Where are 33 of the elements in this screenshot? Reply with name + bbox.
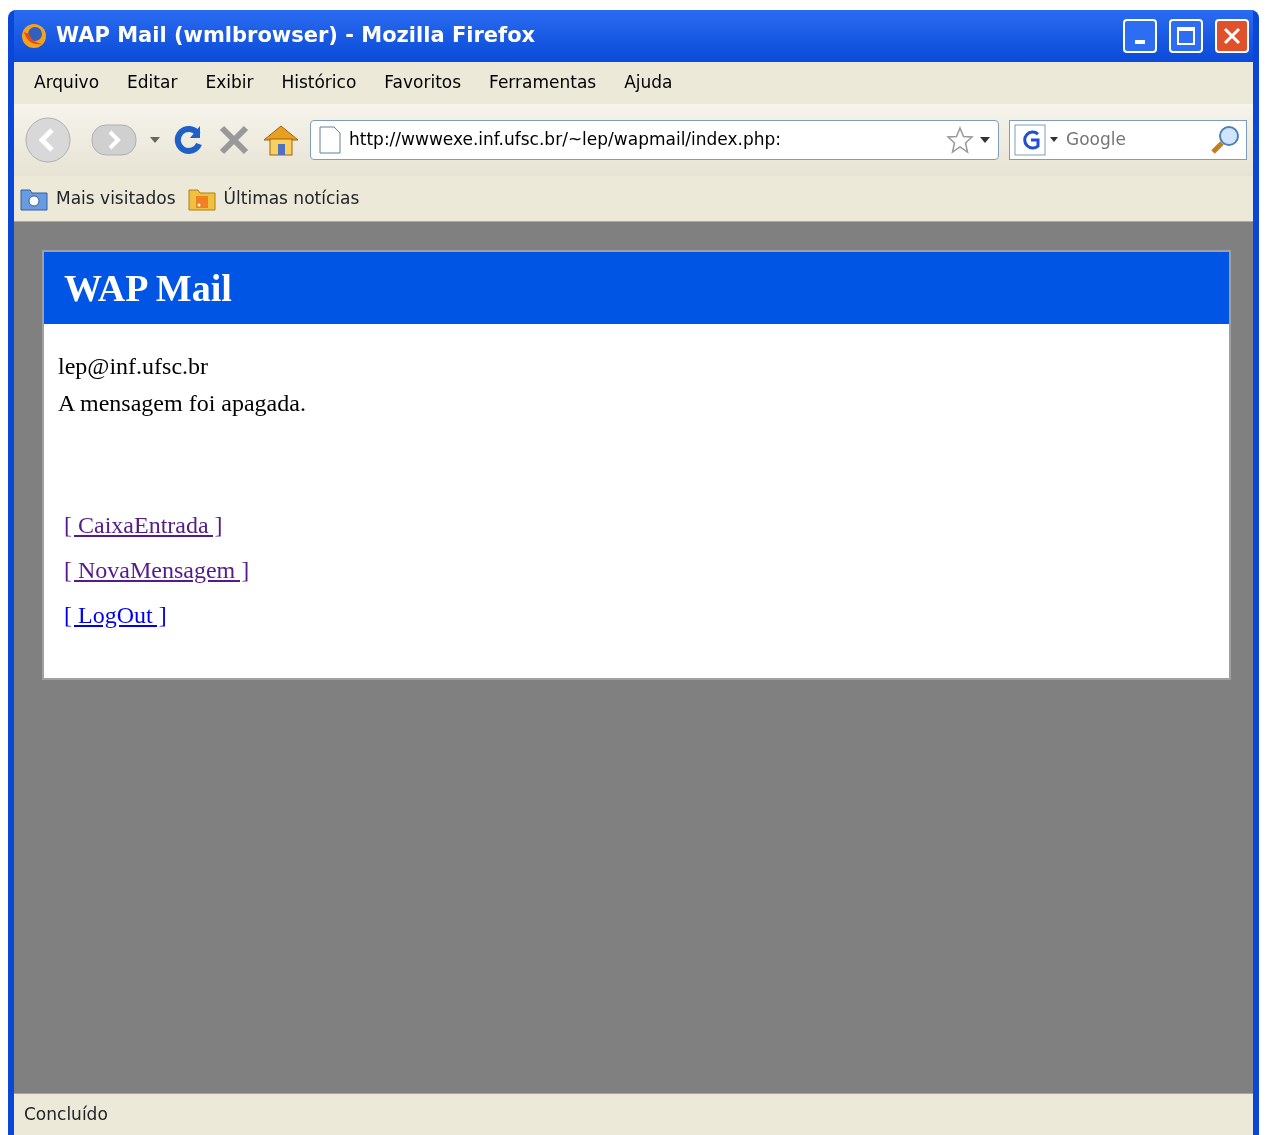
email-text: lep@inf.ufsc.br	[58, 351, 210, 381]
minimize-icon	[1135, 40, 1145, 44]
caret-icon[interactable]	[980, 137, 990, 143]
maximize-button[interactable]	[1169, 19, 1203, 53]
address-bar[interactable]: http://wwwexe.inf.ufsc.br/~lep/wapmail/index.php:	[310, 120, 999, 160]
page-header: WAP Mail	[44, 252, 1229, 324]
feed-icon	[187, 186, 216, 211]
status-message: A mensagem foi apagada.	[58, 388, 307, 418]
menu-item[interactable]: Ajuda	[610, 70, 687, 96]
menu-item[interactable]: Favoritos	[370, 70, 476, 96]
window-title: WAP Mail (wmlbrowser) - Mozilla Firefox	[56, 22, 537, 50]
folder-icon	[20, 186, 48, 211]
search-engine-icon[interactable]	[1014, 124, 1060, 156]
menu-item[interactable]: Editar	[113, 70, 192, 96]
close-button[interactable]	[1215, 19, 1249, 53]
search-icon[interactable]	[1210, 124, 1242, 156]
menu-item[interactable]: Arquivo	[20, 70, 114, 96]
maximize-icon	[1177, 27, 1195, 45]
page-link[interactable]: [ NovaMensagem ]	[64, 550, 250, 589]
page-icon	[319, 126, 341, 154]
bookmark-link[interactable]: Mais visitados	[56, 185, 176, 212]
menu-item[interactable]: Exibir	[191, 70, 268, 96]
minimize-button[interactable]	[1123, 19, 1157, 53]
bookmark-link[interactable]: Últimas notícias	[223, 185, 360, 212]
menu-item[interactable]: Histórico	[267, 70, 371, 96]
search-bar[interactable]: Google	[1009, 120, 1247, 160]
close-icon	[1223, 27, 1241, 45]
menu-item[interactable]: Ferramentas	[475, 70, 611, 96]
status-text: Concluído	[24, 1102, 108, 1126]
star-icon[interactable]	[946, 126, 974, 154]
page-link[interactable]: [ CaixaEntrada ]	[64, 505, 223, 544]
firefox-icon	[20, 22, 48, 50]
page-link[interactable]: [ LogOut ]	[64, 595, 167, 634]
